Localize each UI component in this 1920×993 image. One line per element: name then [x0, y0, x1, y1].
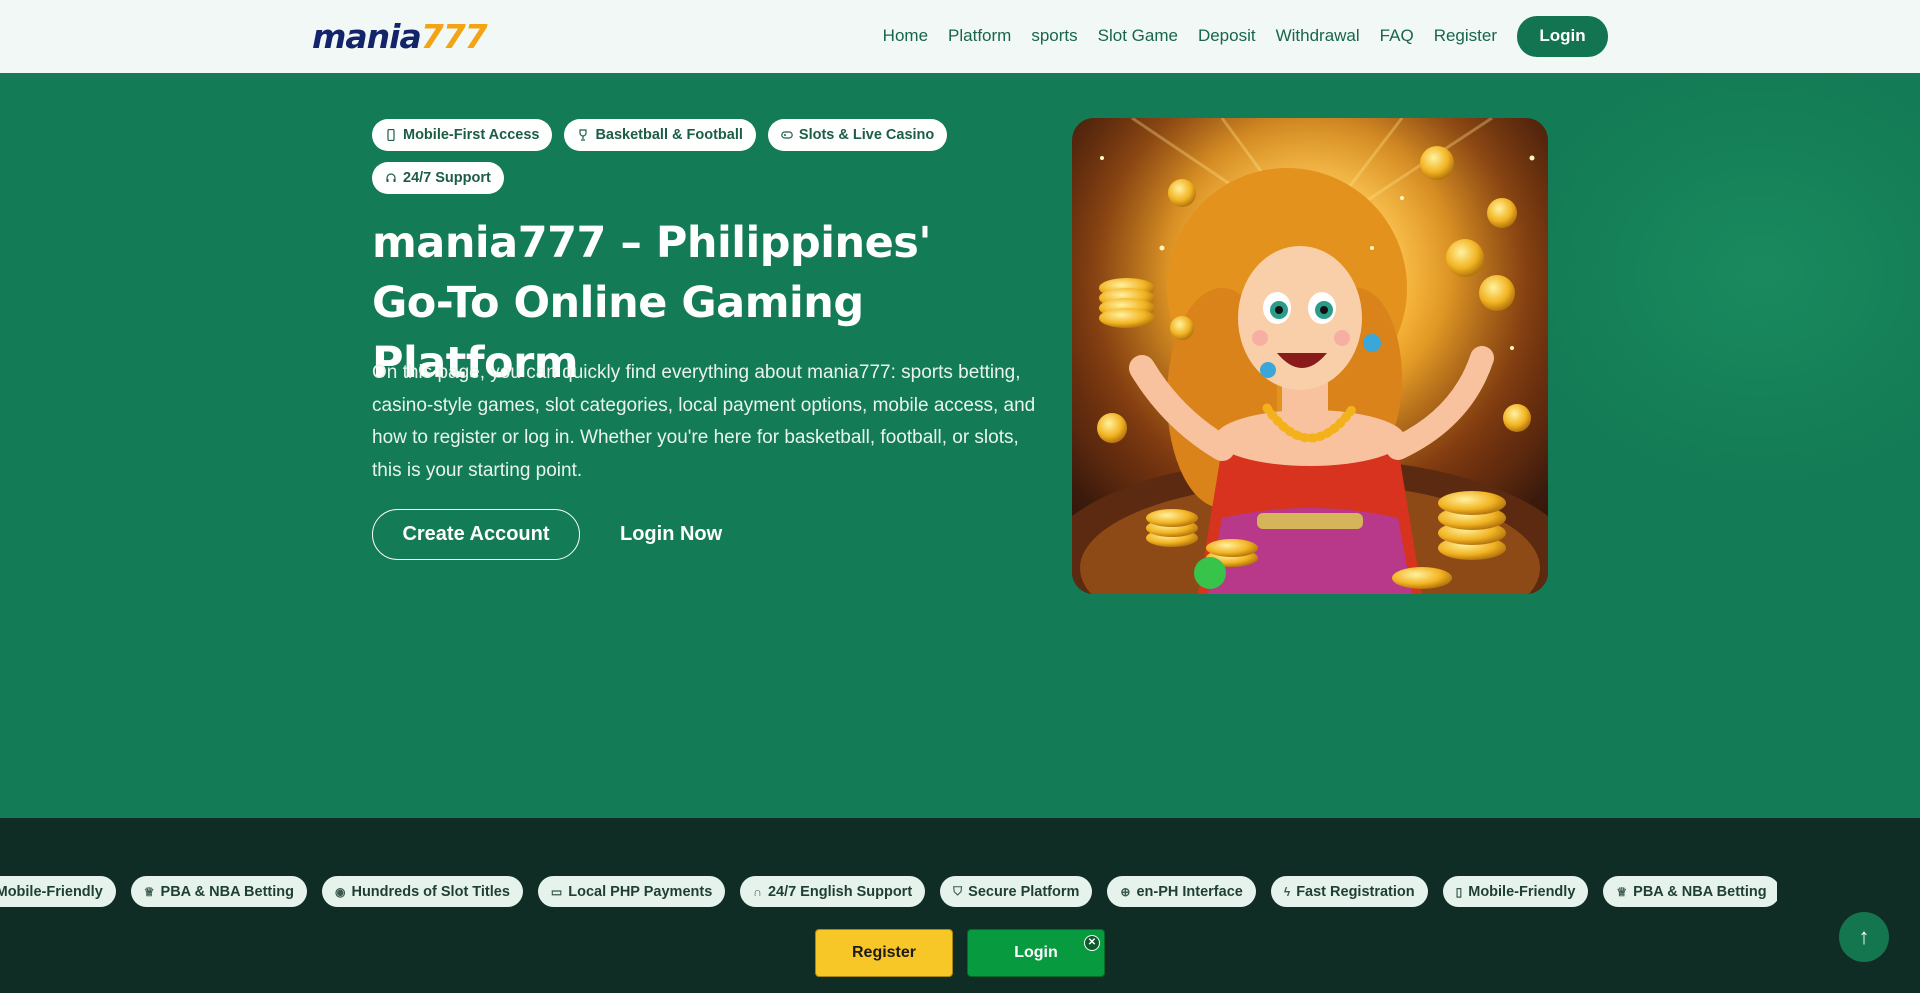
- main-nav: Home Platform sports Slot Game Deposit W…: [863, 14, 1608, 58]
- close-icon[interactable]: ✕: [1084, 935, 1100, 951]
- hero-feature-chips: Mobile-First Access Basketball & Footbal…: [372, 119, 952, 194]
- ticker-item-label: Local PHP Payments: [568, 883, 713, 900]
- casino-girl-illustration: [1072, 118, 1548, 594]
- scroll-to-top-button[interactable]: ↑: [1839, 912, 1889, 962]
- headset-icon: ∩: [753, 884, 762, 899]
- nav-platform[interactable]: Platform: [948, 14, 1011, 58]
- phone-icon: [387, 129, 395, 141]
- hero-section: Mobile-First Access Basketball & Footbal…: [0, 73, 1920, 818]
- site-header: mania777 Home Platform sports Slot Game …: [0, 0, 1920, 73]
- ticker-item-label: Mobile-Friendly: [0, 883, 103, 900]
- nav-sports[interactable]: sports: [1031, 14, 1077, 58]
- headset-icon: [386, 173, 396, 182]
- nav-register[interactable]: Register: [1434, 14, 1497, 58]
- hero-description: On this page, you can quickly find every…: [372, 362, 1036, 481]
- ticker-track: ▯ Mobile-Friendly ♕ PBA & NBA Betting ◉ Hun…: [0, 876, 1777, 908]
- ticker-item: ♕ PBA & NBA Betting: [1603, 876, 1777, 907]
- nav-faq[interactable]: FAQ: [1380, 14, 1414, 58]
- ticker-item: ∩ 24/7 English Support: [740, 876, 926, 907]
- ticker-item: ϟ Fast Registration: [1270, 876, 1428, 907]
- ticker-item-label: PBA & NBA Betting: [1633, 883, 1767, 900]
- site-logo[interactable]: mania777: [312, 17, 488, 56]
- ticker-item-label: en-PH Interface: [1136, 883, 1243, 900]
- ticker-item-label: Mobile-Friendly: [1468, 883, 1576, 900]
- ticker-item-label: Fast Registration: [1296, 883, 1415, 900]
- gamepad-icon: ◉: [334, 884, 346, 899]
- trophy-icon: [579, 129, 588, 141]
- ticker-item-label: 24/7 English Support: [767, 883, 913, 900]
- chip-slots-live-casino: Slots & Live Casino: [767, 119, 948, 151]
- ticker-item: ▯Mobile-Friendly: [0, 876, 116, 907]
- sticky-login-label: Login: [1014, 944, 1058, 961]
- bolt-icon: ϟ: [1283, 884, 1291, 899]
- chip-label: Basketball & Football: [595, 127, 743, 143]
- ticker-row: ▯ Mobile-Friendly ♕ PBA & NBA Betting ◉ Hun…: [0, 876, 1777, 907]
- ticker-item: ♕ PBA & NBA Betting: [130, 876, 307, 907]
- feature-ticker: ▯ Mobile-Friendly ♕ PBA & NBA Betting ◉ Hun…: [0, 818, 1920, 993]
- nav-deposit[interactable]: Deposit: [1198, 14, 1256, 58]
- ticker-item: ◉ Hundreds of Slot Titles: [321, 876, 523, 907]
- ticker-item-label: Hundreds of Slot Titles: [351, 883, 510, 900]
- chip-label: Mobile-First Access: [403, 127, 540, 143]
- nav-withdrawal[interactable]: Withdrawal: [1276, 14, 1360, 58]
- nav-slot-game[interactable]: Slot Game: [1098, 14, 1178, 58]
- phone-icon: ▯: [1455, 884, 1463, 899]
- sticky-register-button[interactable]: Register: [815, 929, 953, 977]
- nav-home[interactable]: Home: [883, 14, 928, 58]
- ticker-item: ▭ Local PHP Payments: [537, 876, 726, 907]
- chip-label: Slots & Live Casino: [798, 127, 935, 143]
- login-now-button[interactable]: Login Now: [620, 509, 722, 560]
- create-account-button[interactable]: Create Account: [372, 509, 580, 560]
- hero-illustration: [1072, 118, 1548, 594]
- chip-label: 24/7 Support: [403, 170, 491, 186]
- trophy-icon: ♕: [1616, 884, 1628, 899]
- chip-basketball-football: Basketball & Football: [564, 119, 756, 151]
- globe-icon: ⊕: [1120, 884, 1131, 899]
- ticker-item: ⛉ Secure Platform: [940, 876, 1093, 907]
- header-login-button[interactable]: Login: [1517, 15, 1608, 57]
- chip-mobile-first: Mobile-First Access: [372, 119, 553, 151]
- gamepad-icon: [781, 131, 793, 139]
- ticker-item: ▯ Mobile-Friendly: [1442, 876, 1589, 907]
- logo-text-mania: mania: [312, 17, 422, 56]
- ticker-item: ⊕ en-PH Interface: [1107, 876, 1256, 907]
- trophy-icon: ♕: [143, 884, 155, 899]
- chip-support: 24/7 Support: [372, 162, 504, 194]
- shield-icon: ⛉: [953, 884, 963, 898]
- logo-text-777: 777: [420, 17, 488, 56]
- ticker-item-label: Secure Platform: [968, 883, 1080, 900]
- sticky-login-button[interactable]: Login ✕: [967, 929, 1105, 977]
- ticker-item-label: PBA & NBA Betting: [160, 883, 294, 900]
- card-icon: ▭: [550, 884, 563, 899]
